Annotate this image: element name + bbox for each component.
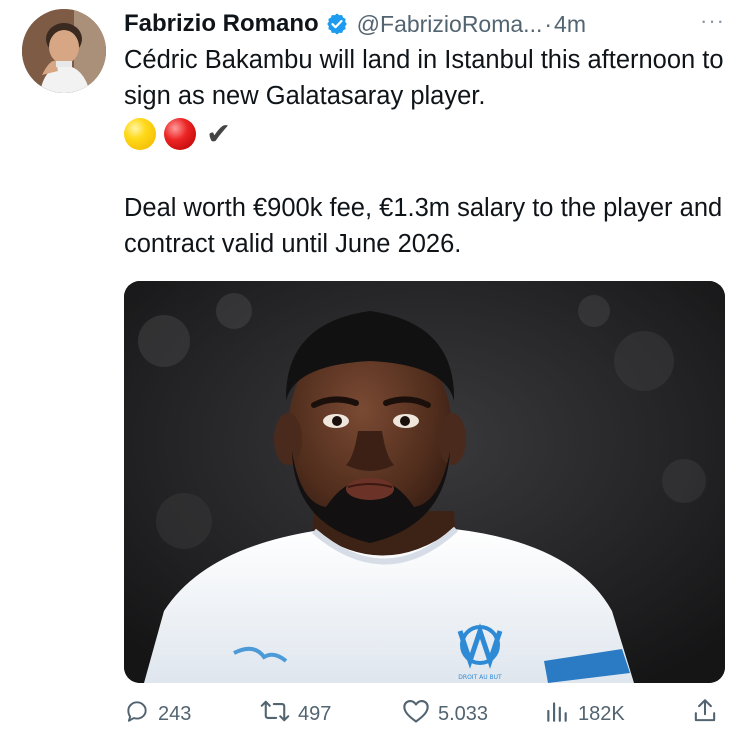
views-icon <box>544 698 578 730</box>
retweet-button[interactable]: 497 <box>260 697 331 731</box>
views-count: 182K <box>578 702 625 725</box>
reply-count: 243 <box>158 702 192 725</box>
tweet-text-line2: Deal worth €900k fee, €1.3m salary to th… <box>124 194 723 258</box>
author-name[interactable]: Fabrizio Romano <box>124 10 319 38</box>
shirt-crest-text: DROIT AU BUT <box>458 674 502 681</box>
verified-badge-icon <box>325 12 349 36</box>
check-mark-icon: ✔ <box>206 116 232 152</box>
tweet-actions: 243 497 5.033 182K <box>124 697 724 731</box>
avatar[interactable] <box>22 9 106 93</box>
share-icon <box>692 697 726 731</box>
reply-icon <box>124 698 158 730</box>
tweet-photo[interactable]: DROIT AU BUT <box>124 281 725 683</box>
tweet[interactable]: Fabrizio Romano @FabrizioRoma... · 4m ··… <box>0 0 749 736</box>
timestamp[interactable]: 4m <box>554 11 586 38</box>
retweet-count: 497 <box>298 702 332 725</box>
like-icon <box>402 698 438 730</box>
reply-button[interactable]: 243 <box>124 697 191 731</box>
emoji-row: ✔ <box>124 116 231 152</box>
like-count: 5.033 <box>438 702 489 725</box>
separator-dot: · <box>544 10 553 37</box>
like-button[interactable]: 5.033 <box>402 697 488 731</box>
views-button[interactable]: 182K <box>544 697 625 731</box>
tweet-header: Fabrizio Romano @FabrizioRoma... · 4m <box>124 8 586 40</box>
retweet-icon <box>260 698 298 730</box>
tweet-text-line1: Cédric Bakambu will land in Istanbul thi… <box>124 46 724 110</box>
share-button[interactable] <box>692 697 726 731</box>
author-handle[interactable]: @FabrizioRoma... <box>357 11 543 38</box>
yellow-circle-icon <box>124 118 156 150</box>
more-options-icon[interactable]: ··· <box>700 8 725 34</box>
red-circle-icon <box>164 118 196 150</box>
